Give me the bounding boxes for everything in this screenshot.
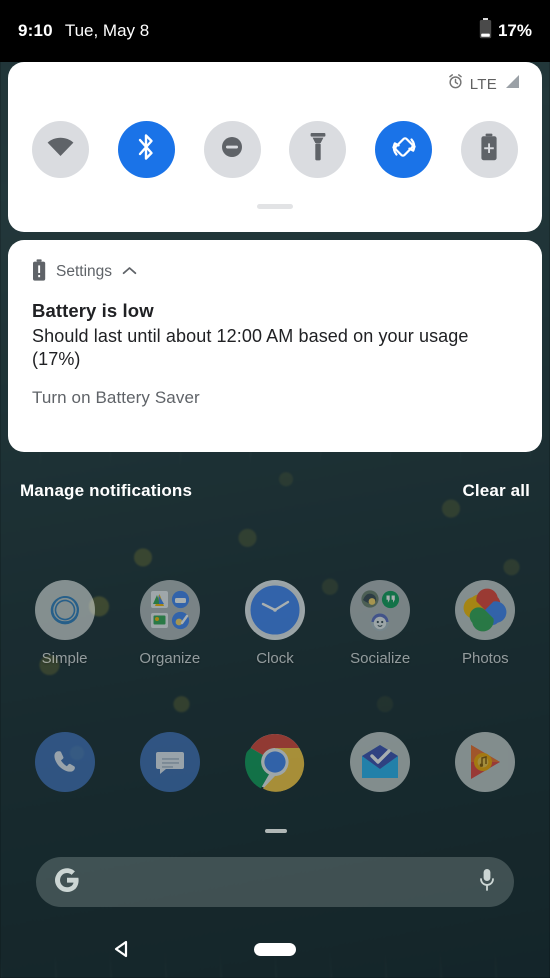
app-photos[interactable]: Photos: [435, 580, 535, 667]
clock-app-icon: [244, 580, 305, 640]
messages-icon: [139, 732, 200, 792]
app-label: Photos: [461, 650, 509, 667]
notification-app-name: Settings: [56, 263, 113, 280]
dock-app-phone[interactable]: Phone: [15, 732, 115, 819]
app-label: Socialize: [350, 650, 411, 667]
qs-tile-flashlight[interactable]: [289, 120, 347, 178]
app-socialize[interactable]: Socialize: [330, 580, 430, 667]
status-clock: 9:10: [18, 21, 53, 40]
qs-tile-wifi[interactable]: [32, 120, 89, 178]
simple-app-icon: [34, 580, 95, 640]
google-g-icon: [54, 867, 80, 898]
dock-app-play-music[interactable]: Play Music: [435, 732, 535, 819]
inbox-icon: [350, 732, 411, 792]
bluetooth-icon: [135, 132, 157, 167]
phone-icon: [34, 732, 95, 792]
play-music-icon: [455, 732, 516, 792]
network-type-label: LTE: [469, 75, 497, 93]
flashlight-icon: [310, 132, 326, 167]
back-triangle-icon[interactable]: [110, 938, 132, 965]
quick-settings-drag-handle[interactable]: [257, 204, 293, 209]
battery-plus-icon: [480, 133, 498, 166]
battery-alert-icon: [32, 258, 46, 286]
auto-rotate-icon: [389, 132, 419, 167]
quick-settings-panel: LTE: [8, 62, 542, 232]
notification-card[interactable]: Settings Battery is low Should last unti…: [8, 240, 542, 452]
qs-tile-battery-saver[interactable]: [460, 120, 518, 178]
google-photos-icon: [455, 580, 516, 640]
chrome-icon: [244, 732, 305, 792]
home-pill-icon[interactable]: [254, 942, 296, 956]
chevron-up-icon[interactable]: [122, 263, 137, 281]
app-simple[interactable]: Simple: [15, 580, 115, 667]
navigation-bar: [0, 920, 550, 978]
page-indicator: [265, 829, 287, 833]
do-not-disturb-icon: [219, 134, 245, 165]
app-organize[interactable]: Organize: [120, 580, 220, 667]
dock: Phone Messages: [0, 732, 550, 819]
manage-notifications-button[interactable]: Manage notifications: [20, 481, 192, 501]
app-row-1: Simple Organize Clock Socialize Photos: [0, 580, 550, 667]
battery-percent: 17%: [497, 21, 532, 40]
shade-footer: Manage notifications Clear all: [0, 476, 550, 506]
notification-header[interactable]: Settings: [32, 258, 518, 286]
organize-folder-icon: [139, 580, 200, 640]
google-search-bar[interactable]: [36, 857, 514, 907]
quick-settings-header: LTE: [8, 62, 542, 106]
app-clock[interactable]: Clock: [225, 580, 325, 667]
notification-body: Should last until about 12:00 AM based o…: [32, 326, 469, 369]
notification-title: Battery is low: [32, 300, 154, 321]
turn-on-battery-saver-button[interactable]: Turn on Battery Saver: [32, 388, 200, 408]
dock-app-chrome[interactable]: Chrome: [225, 732, 325, 819]
battery-low-icon: [479, 18, 492, 44]
status-bar-right: 17%: [479, 18, 532, 44]
clear-all-button[interactable]: Clear all: [463, 481, 531, 501]
dock-row: Phone Messages: [0, 732, 550, 819]
app-label: Organize: [139, 650, 201, 667]
app-grid: Simple Organize Clock Socialize Photos: [0, 580, 550, 667]
status-bar: 9:10 Tue, May 8 17%: [0, 0, 550, 62]
status-date: Tue, May 8: [64, 21, 150, 40]
microphone-icon[interactable]: [478, 867, 496, 898]
qs-tile-auto-rotate[interactable]: [375, 120, 433, 178]
quick-settings-tiles: [8, 106, 542, 192]
socialize-folder-icon: [350, 580, 411, 640]
wifi-icon: [47, 137, 74, 162]
notification-actions: Turn on Battery Saver: [32, 388, 518, 408]
alarm-clock-icon: [447, 73, 464, 95]
app-label: Simple: [41, 650, 88, 667]
app-label: Clock: [256, 650, 294, 667]
qs-tile-do-not-disturb[interactable]: [203, 120, 261, 178]
signal-bars-icon: [503, 74, 520, 94]
dock-app-inbox[interactable]: Inbox: [330, 732, 430, 819]
dock-app-messages[interactable]: Messages: [120, 732, 220, 819]
qs-tile-bluetooth[interactable]: [117, 120, 175, 178]
